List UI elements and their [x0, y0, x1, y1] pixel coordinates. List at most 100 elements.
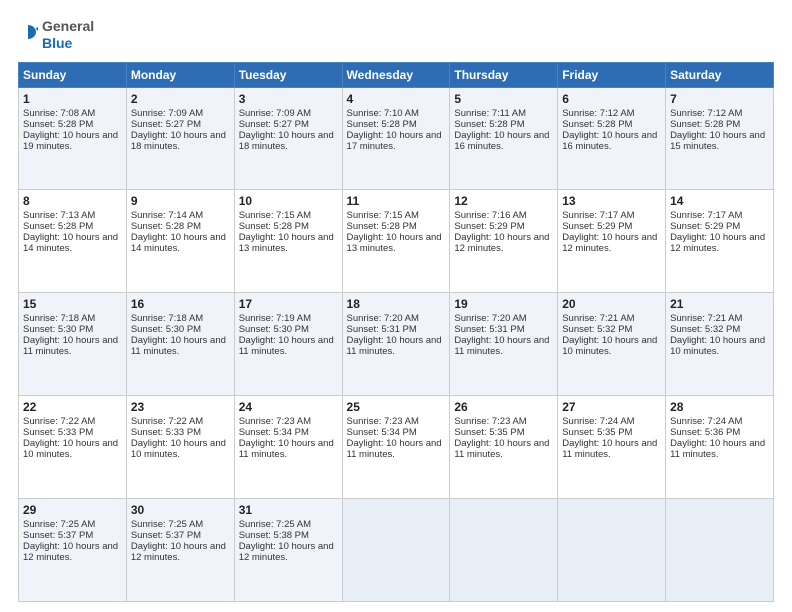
sunset-label: Sunset: 5:29 PM — [454, 221, 524, 232]
sunrise-label: Sunrise: 7:25 AM — [131, 519, 203, 530]
sunrise-label: Sunrise: 7:25 AM — [23, 519, 95, 530]
day-number: 24 — [239, 400, 338, 414]
sunset-label: Sunset: 5:28 PM — [131, 221, 201, 232]
table-row: 29 Sunrise: 7:25 AM Sunset: 5:37 PM Dayl… — [19, 499, 127, 602]
sunrise-label: Sunrise: 7:20 AM — [347, 313, 419, 324]
sunset-label: Sunset: 5:33 PM — [23, 427, 93, 438]
daylight-label: Daylight: 10 hours and 12 minutes. — [131, 541, 226, 563]
sunrise-label: Sunrise: 7:23 AM — [347, 416, 419, 427]
sunset-label: Sunset: 5:30 PM — [239, 324, 309, 335]
sunset-label: Sunset: 5:33 PM — [131, 427, 201, 438]
table-row: 27 Sunrise: 7:24 AM Sunset: 5:35 PM Dayl… — [558, 396, 666, 499]
table-row: 25 Sunrise: 7:23 AM Sunset: 5:34 PM Dayl… — [342, 396, 450, 499]
sunset-label: Sunset: 5:37 PM — [23, 530, 93, 541]
sunrise-label: Sunrise: 7:23 AM — [239, 416, 311, 427]
day-number: 9 — [131, 194, 230, 208]
table-row: 23 Sunrise: 7:22 AM Sunset: 5:33 PM Dayl… — [126, 396, 234, 499]
sunrise-label: Sunrise: 7:23 AM — [454, 416, 526, 427]
daylight-label: Daylight: 10 hours and 12 minutes. — [454, 232, 549, 254]
page-container: General Blue Sunday Monday Tuesday Wedne… — [0, 0, 792, 612]
daylight-label: Daylight: 10 hours and 16 minutes. — [562, 130, 657, 152]
daylight-label: Daylight: 10 hours and 10 minutes. — [131, 438, 226, 460]
table-row: 31 Sunrise: 7:25 AM Sunset: 5:38 PM Dayl… — [234, 499, 342, 602]
table-row: 24 Sunrise: 7:23 AM Sunset: 5:34 PM Dayl… — [234, 396, 342, 499]
logo-general-text: General — [42, 18, 94, 35]
table-row: 10 Sunrise: 7:15 AM Sunset: 5:28 PM Dayl… — [234, 190, 342, 293]
header: General Blue — [18, 18, 774, 52]
table-row: 6 Sunrise: 7:12 AM Sunset: 5:28 PM Dayli… — [558, 87, 666, 190]
daylight-label: Daylight: 10 hours and 10 minutes. — [23, 438, 118, 460]
daylight-label: Daylight: 10 hours and 12 minutes. — [239, 541, 334, 563]
daylight-label: Daylight: 10 hours and 17 minutes. — [347, 130, 442, 152]
daylight-label: Daylight: 10 hours and 11 minutes. — [347, 335, 442, 357]
sunset-label: Sunset: 5:35 PM — [562, 427, 632, 438]
table-row: 20 Sunrise: 7:21 AM Sunset: 5:32 PM Dayl… — [558, 293, 666, 396]
table-row: 5 Sunrise: 7:11 AM Sunset: 5:28 PM Dayli… — [450, 87, 558, 190]
sunset-label: Sunset: 5:27 PM — [239, 119, 309, 130]
daylight-label: Daylight: 10 hours and 13 minutes. — [239, 232, 334, 254]
sunset-label: Sunset: 5:37 PM — [131, 530, 201, 541]
day-number: 7 — [670, 92, 769, 106]
day-number: 22 — [23, 400, 122, 414]
sunset-label: Sunset: 5:28 PM — [562, 119, 632, 130]
day-number: 19 — [454, 297, 553, 311]
day-number: 23 — [131, 400, 230, 414]
sunset-label: Sunset: 5:34 PM — [239, 427, 309, 438]
table-row — [558, 499, 666, 602]
table-row: 26 Sunrise: 7:23 AM Sunset: 5:35 PM Dayl… — [450, 396, 558, 499]
sunrise-label: Sunrise: 7:10 AM — [347, 108, 419, 119]
daylight-label: Daylight: 10 hours and 11 minutes. — [23, 335, 118, 357]
table-row: 30 Sunrise: 7:25 AM Sunset: 5:37 PM Dayl… — [126, 499, 234, 602]
daylight-label: Daylight: 10 hours and 18 minutes. — [239, 130, 334, 152]
table-row: 4 Sunrise: 7:10 AM Sunset: 5:28 PM Dayli… — [342, 87, 450, 190]
table-row: 2 Sunrise: 7:09 AM Sunset: 5:27 PM Dayli… — [126, 87, 234, 190]
sunset-label: Sunset: 5:34 PM — [347, 427, 417, 438]
table-row: 21 Sunrise: 7:21 AM Sunset: 5:32 PM Dayl… — [666, 293, 774, 396]
sunrise-label: Sunrise: 7:16 AM — [454, 210, 526, 221]
sunrise-label: Sunrise: 7:24 AM — [562, 416, 634, 427]
daylight-label: Daylight: 10 hours and 11 minutes. — [562, 438, 657, 460]
calendar-header-row: Sunday Monday Tuesday Wednesday Thursday… — [19, 62, 774, 87]
table-row: 11 Sunrise: 7:15 AM Sunset: 5:28 PM Dayl… — [342, 190, 450, 293]
table-row: 12 Sunrise: 7:16 AM Sunset: 5:29 PM Dayl… — [450, 190, 558, 293]
table-row: 16 Sunrise: 7:18 AM Sunset: 5:30 PM Dayl… — [126, 293, 234, 396]
sunrise-label: Sunrise: 7:12 AM — [562, 108, 634, 119]
sunrise-label: Sunrise: 7:08 AM — [23, 108, 95, 119]
day-number: 5 — [454, 92, 553, 106]
day-number: 30 — [131, 503, 230, 517]
sunrise-label: Sunrise: 7:21 AM — [670, 313, 742, 324]
day-number: 29 — [23, 503, 122, 517]
sunset-label: Sunset: 5:30 PM — [23, 324, 93, 335]
sunrise-label: Sunrise: 7:24 AM — [670, 416, 742, 427]
table-row: 15 Sunrise: 7:18 AM Sunset: 5:30 PM Dayl… — [19, 293, 127, 396]
daylight-label: Daylight: 10 hours and 12 minutes. — [562, 232, 657, 254]
logo-bird-icon — [18, 23, 38, 47]
table-row — [342, 499, 450, 602]
sunrise-label: Sunrise: 7:18 AM — [23, 313, 95, 324]
day-number: 8 — [23, 194, 122, 208]
sunset-label: Sunset: 5:30 PM — [131, 324, 201, 335]
sunrise-label: Sunrise: 7:17 AM — [562, 210, 634, 221]
table-row: 18 Sunrise: 7:20 AM Sunset: 5:31 PM Dayl… — [342, 293, 450, 396]
daylight-label: Daylight: 10 hours and 16 minutes. — [454, 130, 549, 152]
daylight-label: Daylight: 10 hours and 15 minutes. — [670, 130, 765, 152]
day-number: 3 — [239, 92, 338, 106]
day-number: 12 — [454, 194, 553, 208]
sunset-label: Sunset: 5:32 PM — [562, 324, 632, 335]
table-row: 17 Sunrise: 7:19 AM Sunset: 5:30 PM Dayl… — [234, 293, 342, 396]
sunrise-label: Sunrise: 7:12 AM — [670, 108, 742, 119]
calendar-table: Sunday Monday Tuesday Wednesday Thursday… — [18, 62, 774, 602]
table-row: 7 Sunrise: 7:12 AM Sunset: 5:28 PM Dayli… — [666, 87, 774, 190]
day-number: 14 — [670, 194, 769, 208]
sunrise-label: Sunrise: 7:15 AM — [347, 210, 419, 221]
sunset-label: Sunset: 5:28 PM — [23, 221, 93, 232]
sunrise-label: Sunrise: 7:22 AM — [23, 416, 95, 427]
logo-blue-text: Blue — [42, 35, 94, 52]
sunset-label: Sunset: 5:31 PM — [454, 324, 524, 335]
sunrise-label: Sunrise: 7:09 AM — [131, 108, 203, 119]
table-row: 13 Sunrise: 7:17 AM Sunset: 5:29 PM Dayl… — [558, 190, 666, 293]
daylight-label: Daylight: 10 hours and 12 minutes. — [670, 232, 765, 254]
day-number: 6 — [562, 92, 661, 106]
daylight-label: Daylight: 10 hours and 11 minutes. — [670, 438, 765, 460]
day-number: 17 — [239, 297, 338, 311]
